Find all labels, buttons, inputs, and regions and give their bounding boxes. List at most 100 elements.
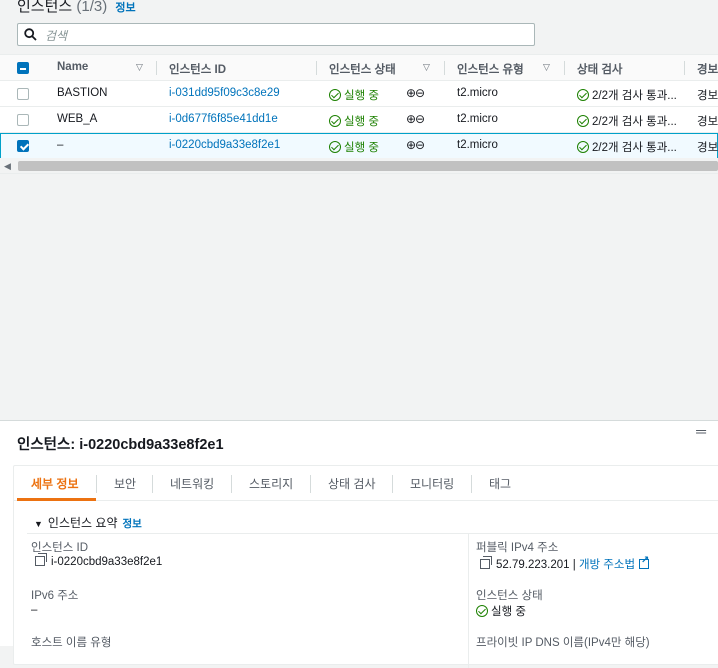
cell-status-check: 2/2개 검사 통과... bbox=[577, 139, 677, 155]
cell-instance-id-link[interactable]: i-0220cbd9a33e8f2e1 bbox=[169, 139, 280, 151]
resize-handle-icon[interactable]: ═ bbox=[696, 423, 706, 439]
column-header-name[interactable]: Name bbox=[57, 61, 88, 73]
row-checkbox[interactable] bbox=[17, 114, 29, 126]
search-placeholder: 검색 bbox=[45, 29, 68, 43]
cell-status-check-text: 2/2개 검사 통과... bbox=[592, 116, 677, 128]
cell-state: 실행 중 bbox=[329, 139, 379, 155]
success-icon bbox=[329, 115, 341, 127]
private-dns-label: 프라이빗 IP DNS 이름(IPv4만 해당) bbox=[476, 637, 650, 649]
cell-alarm: 경보 bbox=[697, 116, 718, 128]
cell-instance-id-link[interactable]: i-031dd95f09c3c8e29 bbox=[169, 87, 280, 99]
zoom-icons[interactable]: ⊕⊖ bbox=[406, 138, 425, 152]
tab-divider bbox=[152, 475, 153, 493]
info-link[interactable]: 정보 bbox=[115, 2, 135, 14]
instance-state-label: 인스턴스 상태 bbox=[476, 590, 543, 602]
scrollbar-thumb[interactable] bbox=[18, 161, 718, 171]
column-header-alarm[interactable]: 경보 bbox=[697, 61, 718, 77]
cell-state-text: 실행 중 bbox=[344, 116, 379, 128]
open-address-link[interactable]: 개방 주소법 bbox=[579, 559, 635, 571]
zoom-icons[interactable]: ⊕⊖ bbox=[406, 112, 425, 126]
instance-state-value: 실행 중 bbox=[476, 603, 526, 619]
zoom-icons[interactable]: ⊕⊖ bbox=[406, 86, 425, 100]
column-divider bbox=[156, 61, 157, 75]
column-divider bbox=[468, 533, 469, 668]
tab-divider bbox=[231, 475, 232, 493]
cell-state-text: 실행 중 bbox=[344, 142, 379, 154]
cell-type: t2.micro bbox=[457, 139, 498, 151]
detail-tabs: 세부 정보 보안 네트워킹 스토리지 상태 검사 모니터링 태그 bbox=[14, 466, 718, 501]
column-header-instance-type[interactable]: 인스턴스 유형 bbox=[457, 61, 524, 77]
table-row-selected[interactable]: – i-0220cbd9a33e8f2e1 실행 중 ⊕⊖ t2.micro 2… bbox=[0, 133, 718, 159]
row-checkbox[interactable] bbox=[17, 140, 29, 152]
success-icon bbox=[476, 605, 488, 617]
tab-divider bbox=[471, 475, 472, 493]
summary-label: 인스턴스 요약 bbox=[47, 516, 118, 530]
success-icon bbox=[329, 141, 341, 153]
column-divider bbox=[316, 61, 317, 75]
cell-state: 실행 중 bbox=[329, 113, 379, 129]
column-divider bbox=[444, 61, 445, 75]
detail-title: 인스턴스: i-0220cbd9a33e8f2e1 bbox=[17, 433, 224, 454]
cell-instance-id-link[interactable]: i-0d677f6f85e41dd1e bbox=[169, 113, 278, 125]
column-divider bbox=[684, 61, 685, 75]
tab-security[interactable]: 보안 bbox=[114, 475, 136, 492]
table-row[interactable]: WEB_A i-0d677f6f85e41dd1e 실행 중 ⊕⊖ t2.mic… bbox=[0, 107, 718, 133]
success-icon bbox=[577, 141, 589, 153]
search-icon bbox=[24, 28, 37, 41]
table-header: Name ▽ 인스턴스 ID 인스턴스 상태 ▽ 인스턴스 유형 ▽ 상태 검사… bbox=[0, 55, 718, 81]
cell-name: BASTION bbox=[57, 87, 108, 99]
page-title: 인스턴스 (1/3) 정보 bbox=[17, 0, 136, 16]
copy-icon[interactable] bbox=[35, 553, 47, 566]
instance-id-text: i-0220cbd9a33e8f2e1 bbox=[51, 556, 163, 568]
tab-details[interactable]: 세부 정보 bbox=[31, 475, 79, 492]
tab-divider bbox=[96, 475, 97, 493]
tab-tags[interactable]: 태그 bbox=[489, 475, 511, 492]
copy-icon[interactable] bbox=[480, 556, 492, 569]
search-input[interactable]: 검색 bbox=[17, 23, 535, 46]
public-ipv4-label: 퍼블릭 IPv4 주소 bbox=[476, 542, 559, 554]
tab-storage[interactable]: 스토리지 bbox=[249, 475, 293, 492]
scroll-left-icon[interactable]: ◀ bbox=[4, 161, 11, 172]
tab-networking[interactable]: 네트워킹 bbox=[170, 475, 214, 492]
filter-icon[interactable]: ▽ bbox=[136, 62, 143, 73]
column-header-status-check[interactable]: 상태 검사 bbox=[577, 61, 623, 77]
page-title-text: 인스턴스 bbox=[17, 0, 73, 15]
filter-icon[interactable]: ▽ bbox=[423, 62, 430, 73]
public-ipv4-text: 52.79.223.201 bbox=[496, 559, 570, 571]
column-header-instance-id[interactable]: 인스턴스 ID bbox=[169, 61, 226, 77]
cell-type: t2.micro bbox=[457, 87, 498, 99]
success-icon bbox=[577, 115, 589, 127]
instance-id-value: i-0220cbd9a33e8f2e1 bbox=[35, 553, 163, 568]
filter-icon[interactable]: ▽ bbox=[543, 62, 550, 73]
active-tab-indicator bbox=[17, 498, 96, 501]
select-all-checkbox[interactable] bbox=[17, 62, 29, 74]
detail-tabs-container: 세부 정보 보안 네트워킹 스토리지 상태 검사 모니터링 태그 ▼ 인스턴스 요… bbox=[13, 465, 718, 668]
column-header-instance-state[interactable]: 인스턴스 상태 bbox=[329, 61, 396, 77]
column-divider bbox=[564, 61, 565, 75]
ipv6-label: IPv6 주소 bbox=[31, 590, 79, 602]
ipv6-value: – bbox=[31, 604, 38, 616]
section-divider bbox=[27, 533, 718, 534]
public-ipv4-value: 52.79.223.201 | 개방 주소법 bbox=[480, 555, 649, 572]
cell-status-check-text: 2/2개 검사 통과... bbox=[592, 142, 677, 154]
summary-info-link[interactable]: 정보 bbox=[123, 518, 142, 530]
tab-monitoring[interactable]: 모니터링 bbox=[410, 475, 454, 492]
cell-name: – bbox=[57, 139, 64, 151]
cell-status-check-text: 2/2개 검사 통과... bbox=[592, 90, 677, 102]
success-icon bbox=[577, 89, 589, 101]
value-separator: | bbox=[569, 559, 579, 571]
instance-summary-toggle[interactable]: ▼ 인스턴스 요약 정보 bbox=[34, 514, 142, 531]
caret-down-icon: ▼ bbox=[34, 519, 43, 529]
horizontal-scrollbar[interactable]: ◀ bbox=[0, 158, 718, 174]
table-row[interactable]: BASTION i-031dd95f09c3c8e29 실행 중 ⊕⊖ t2.m… bbox=[0, 81, 718, 107]
row-checkbox[interactable] bbox=[17, 88, 29, 100]
cell-status-check: 2/2개 검사 통과... bbox=[577, 113, 677, 129]
tab-status-checks[interactable]: 상태 검사 bbox=[328, 475, 376, 492]
instances-table: Name ▽ 인스턴스 ID 인스턴스 상태 ▽ 인스턴스 유형 ▽ 상태 검사… bbox=[0, 54, 718, 159]
cell-state: 실행 중 bbox=[329, 87, 379, 103]
instance-state-text: 실행 중 bbox=[491, 606, 526, 618]
external-link-icon[interactable] bbox=[639, 555, 649, 569]
hostname-type-label: 호스트 이름 유형 bbox=[31, 637, 112, 649]
cell-alarm: 경보 bbox=[697, 90, 718, 102]
tab-divider bbox=[310, 475, 311, 493]
